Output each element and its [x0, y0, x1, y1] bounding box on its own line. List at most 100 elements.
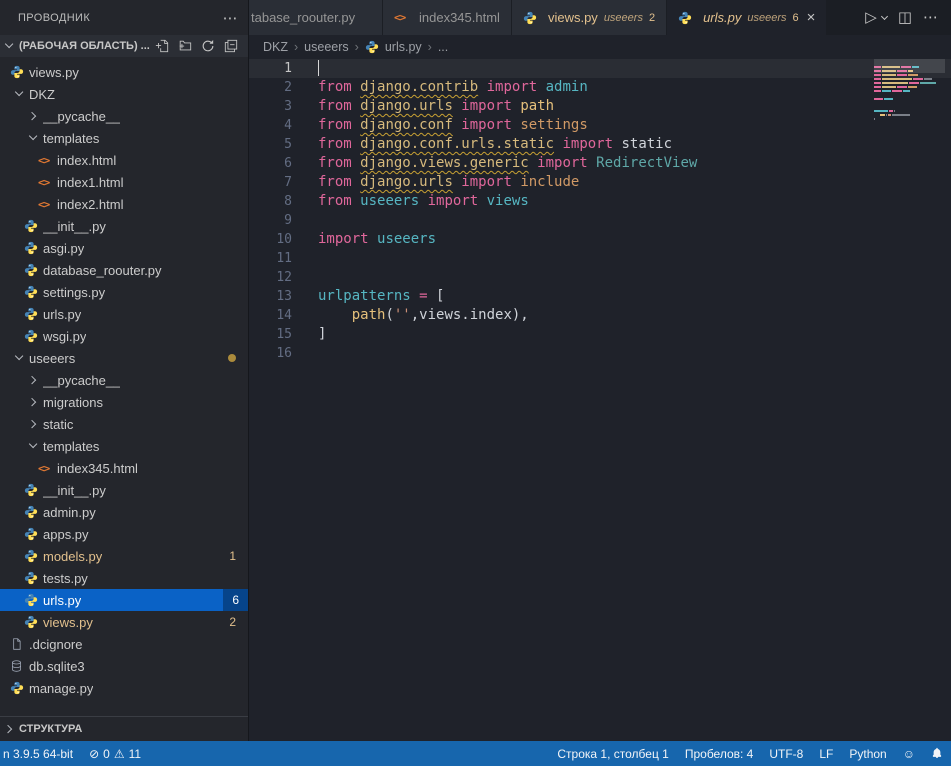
tree-item-database_roouter.py[interactable]: database_roouter.py [0, 259, 248, 281]
feedback-icon[interactable]: ☺ [895, 741, 923, 766]
chevron-right-icon[interactable] [24, 377, 43, 383]
chevron-down-icon[interactable] [24, 136, 43, 139]
tree-item-urls.py[interactable]: urls.py6 [0, 589, 248, 611]
breadcrumb-item-useeers[interactable]: useeers [304, 40, 348, 54]
tree-item-index1.html[interactable]: <>index1.html [0, 171, 248, 193]
tree-item-index.html[interactable]: <>index.html [0, 149, 248, 171]
tree-item-index345.html[interactable]: <>index345.html [0, 457, 248, 479]
code-line-11[interactable]: 11 [249, 249, 951, 268]
chevron-down-icon[interactable] [10, 356, 29, 359]
tree-item-asgi.py[interactable]: asgi.py [0, 237, 248, 259]
code-line-6[interactable]: 6from django.views.generic import Redire… [249, 154, 951, 173]
chevron-down-icon[interactable] [10, 92, 29, 95]
tree-item-DKZ[interactable]: DKZ [0, 83, 248, 105]
minimap[interactable] [874, 59, 945, 741]
tree-item-__pycache__[interactable]: __pycache__ [0, 369, 248, 391]
problems-status[interactable]: ⊘ 0 ⚠ 11 [81, 741, 149, 766]
tree-item-urls.py[interactable]: urls.py [0, 303, 248, 325]
code-line-13[interactable]: 13urlpatterns = [ [249, 287, 951, 306]
tree-item-wsgi.py[interactable]: wsgi.py [0, 325, 248, 347]
tree-item-index2.html[interactable]: <>index2.html [0, 193, 248, 215]
run-dropdown-icon[interactable] [882, 16, 887, 19]
tree-item-label: __init__.py [43, 219, 106, 234]
python-file-icon [24, 505, 43, 519]
editor-area: tabase_roouter.py<>index345.htmlviews.py… [249, 0, 951, 741]
code-line-5[interactable]: 5from django.conf.urls.static import sta… [249, 135, 951, 154]
breadcrumb-item-urls.py[interactable]: urls.py [365, 40, 422, 54]
code-line-14[interactable]: 14 path('',views.index), [249, 306, 951, 325]
collapse-all-icon[interactable] [224, 39, 238, 53]
minimap-slider[interactable] [874, 59, 945, 73]
tree-item-models.py[interactable]: models.py1 [0, 545, 248, 567]
tree-item-__init__.py[interactable]: __init__.py [0, 215, 248, 237]
line-text: from django.views.generic import Redirec… [318, 154, 697, 173]
tree-item-views.py[interactable]: views.py [0, 61, 248, 83]
tree-item-.dcignore[interactable]: .dcignore [0, 633, 248, 655]
python-interpreter-status[interactable]: n 3.9.5 64-bit [0, 741, 81, 766]
line-number: 14 [249, 306, 318, 325]
code-line-3[interactable]: 3from django.urls import path [249, 97, 951, 116]
refresh-icon[interactable] [201, 39, 215, 53]
language-mode-status[interactable]: Python [841, 741, 894, 766]
notifications-bell-icon[interactable] [923, 741, 951, 766]
tree-item-apps.py[interactable]: apps.py [0, 523, 248, 545]
code-line-7[interactable]: 7from django.urls import include [249, 173, 951, 192]
code-editor[interactable]: 12from django.contrib import admin3from … [249, 59, 951, 363]
explorer-sidebar: ПРОВОДНИК ⋯ (РАБОЧАЯ ОБЛАСТЬ) ... views.… [0, 0, 249, 741]
line-number: 7 [249, 173, 318, 192]
chevron-right-icon[interactable] [24, 113, 43, 119]
breadcrumb-item-DKZ[interactable]: DKZ [263, 40, 288, 54]
chevron-right-icon[interactable] [24, 399, 43, 405]
tree-item-useeers[interactable]: useeers [0, 347, 248, 369]
tree-item-templates[interactable]: templates [0, 127, 248, 149]
code-line-12[interactable]: 12 [249, 268, 951, 287]
tree-item-static[interactable]: static [0, 413, 248, 435]
line-number: 1 [249, 59, 318, 78]
code-line-2[interactable]: 2from django.contrib import admin [249, 78, 951, 97]
eol-status[interactable]: LF [811, 741, 841, 766]
new-folder-icon[interactable] [178, 39, 192, 53]
tab-urls.py[interactable]: urls.pyuseeers6× [667, 0, 827, 35]
tree-item-views.py[interactable]: views.py2 [0, 611, 248, 633]
tree-item-manage.py[interactable]: manage.py [0, 677, 248, 699]
chevron-right-icon[interactable] [24, 421, 43, 427]
tree-item-db.sqlite3[interactable]: db.sqlite3 [0, 655, 248, 677]
tab-index345.html[interactable]: <>index345.html [383, 0, 512, 35]
indentation-status[interactable]: Пробелов: 4 [677, 741, 762, 766]
tree-item-label: apps.py [43, 527, 89, 542]
code-line-16[interactable]: 16 [249, 344, 951, 363]
run-button[interactable]: ▷ [865, 10, 877, 25]
code-line-8[interactable]: 8from useeers import views [249, 192, 951, 211]
tree-item-__init__.py[interactable]: __init__.py [0, 479, 248, 501]
encoding-status[interactable]: UTF-8 [761, 741, 811, 766]
code-line-15[interactable]: 15] [249, 325, 951, 344]
new-file-icon[interactable] [155, 39, 169, 53]
tab-views.py[interactable]: views.pyuseeers2 [512, 0, 667, 35]
tree-item-templates[interactable]: templates [0, 435, 248, 457]
tab-badge: 2 [649, 12, 655, 24]
editor-actions: ▷ ◫ ⋯ [852, 0, 951, 35]
tab-tabase_roouter.py[interactable]: tabase_roouter.py [249, 0, 383, 35]
close-icon[interactable]: × [807, 9, 816, 26]
explorer-more-actions-icon[interactable]: ⋯ [223, 9, 238, 27]
chevron-down-icon[interactable] [24, 444, 43, 447]
tree-item-tests.py[interactable]: tests.py [0, 567, 248, 589]
tree-item-settings.py[interactable]: settings.py [0, 281, 248, 303]
cursor-position-status[interactable]: Строка 1, столбец 1 [549, 741, 676, 766]
tree-item-__pycache__[interactable]: __pycache__ [0, 105, 248, 127]
editor-more-actions-icon[interactable]: ⋯ [923, 10, 938, 25]
line-number: 12 [249, 268, 318, 287]
python-file-icon [523, 11, 542, 25]
code-line-4[interactable]: 4from django.conf import settings [249, 116, 951, 135]
tree-item-label: DKZ [29, 87, 55, 102]
workspace-section-header[interactable]: (РАБОЧАЯ ОБЛАСТЬ) ... [0, 35, 248, 57]
code-line-10[interactable]: 10import useeers [249, 230, 951, 249]
tree-item-migrations[interactable]: migrations [0, 391, 248, 413]
outline-section-header[interactable]: СТРУКТУРА [0, 716, 248, 741]
split-editor-button[interactable]: ◫ [898, 10, 912, 25]
code-line-9[interactable]: 9 [249, 211, 951, 230]
breadcrumb-item-...[interactable]: ... [438, 40, 448, 54]
code-line-1[interactable]: 1 [249, 59, 951, 78]
tree-item-admin.py[interactable]: admin.py [0, 501, 248, 523]
python-file-icon [24, 307, 43, 321]
